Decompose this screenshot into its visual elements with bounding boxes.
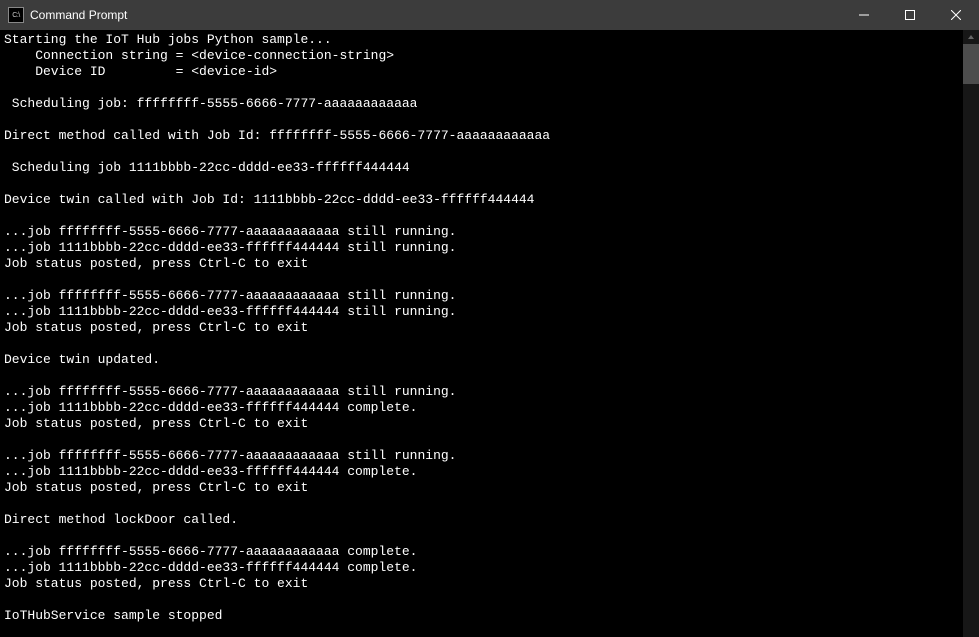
minimize-icon: [859, 10, 869, 20]
terminal-output[interactable]: Starting the IoT Hub jobs Python sample.…: [0, 30, 963, 637]
scrollbar-track[interactable]: [963, 30, 979, 637]
scrollbar-thumb[interactable]: [963, 44, 979, 84]
minimize-button[interactable]: [841, 0, 887, 30]
cmd-icon: C:\: [8, 7, 24, 23]
window-titlebar: C:\ Command Prompt: [0, 0, 979, 30]
maximize-button[interactable]: [887, 0, 933, 30]
chevron-up-icon: [967, 33, 975, 41]
window-title: Command Prompt: [30, 8, 841, 22]
window-controls: [841, 0, 979, 30]
scrollbar-up-button[interactable]: [963, 30, 979, 44]
maximize-icon: [905, 10, 915, 20]
close-icon: [951, 10, 961, 20]
close-button[interactable]: [933, 0, 979, 30]
